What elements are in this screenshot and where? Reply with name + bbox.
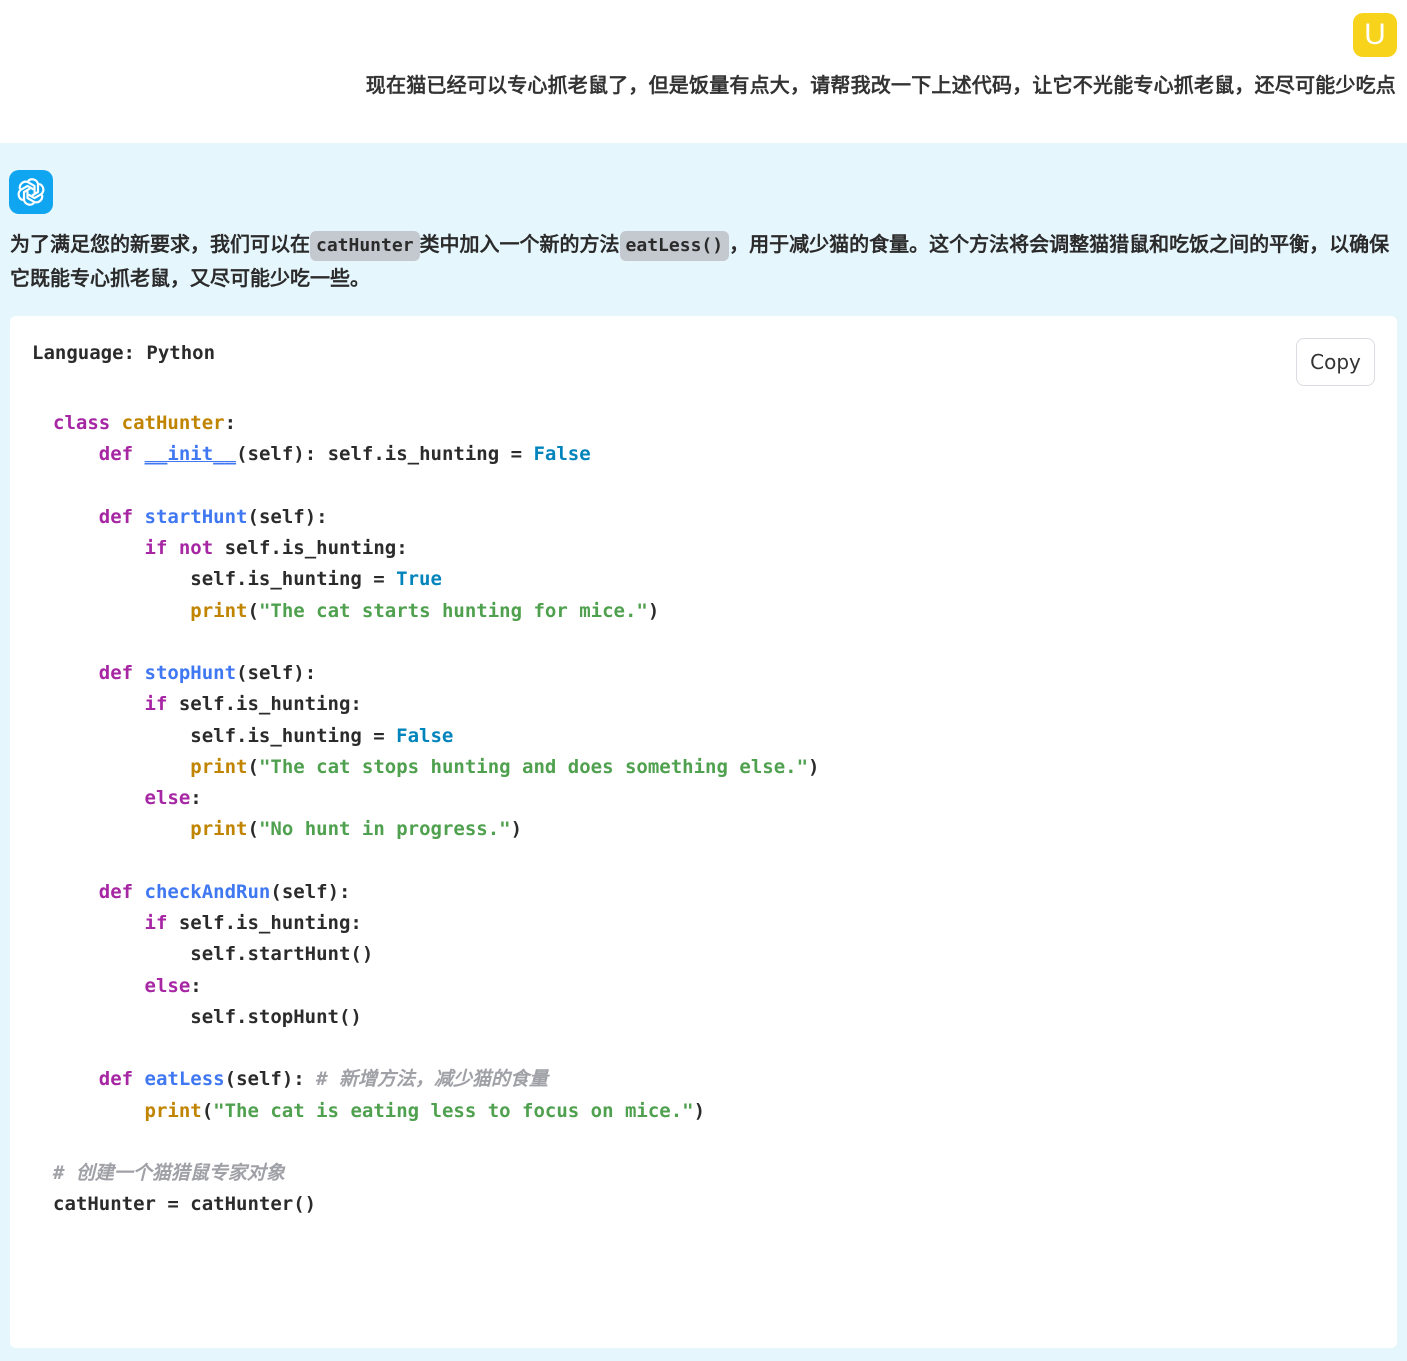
code-line: if self.is_hunting: (144, 693, 362, 716)
code-line: catHunter = catHunter() (53, 1193, 317, 1216)
code-block: Language: Python Copy class catHunter: d… (10, 316, 1397, 1348)
code-line: else: (144, 787, 202, 809)
user-message: U 现在猫已经可以专心抓老鼠了，但是饭量有点大，请帮我改一下上述代码，让它不光能… (0, 0, 1407, 143)
inline-code-classname: catHunter (310, 231, 420, 261)
code-line: def __init__(self): self.is_hunting = Fa… (98, 443, 591, 466)
code-line: print("No hunt in progress.") (190, 818, 523, 841)
code-line: print("The cat starts hunting for mice."… (190, 599, 660, 622)
code-line: if not self.is_hunting: (144, 537, 408, 559)
code-line: self.is_hunting = True (53, 568, 442, 591)
code-line: def eatLess(self): # 新增方法，减少猫的食量 (98, 1068, 549, 1091)
code-line: def checkAndRun(self): (98, 880, 351, 903)
code-line: self.is_hunting = False (53, 724, 454, 747)
user-avatar: U (1353, 13, 1397, 57)
assistant-avatar (9, 170, 53, 214)
code-line: self.startHunt() (53, 943, 374, 966)
openai-logo-icon (17, 178, 45, 206)
code-line: print("The cat is eating less to focus o… (144, 1099, 706, 1122)
code-line: # 创建一个猫猎鼠专家对象 (53, 1162, 285, 1184)
code-language-label: Language: Python (32, 342, 216, 364)
intro-text-part: 类中加入一个新的方法 (419, 232, 620, 256)
copy-button[interactable]: Copy (1296, 338, 1375, 386)
code-line: class catHunter: (53, 412, 237, 434)
code-line: def startHunt(self): (98, 505, 328, 528)
code-line: self.stopHunt() (53, 1005, 362, 1028)
code-content: class catHunter: def __init__(self): sel… (53, 408, 819, 1221)
assistant-message: 为了满足您的新要求，我们可以在 catHunter 类中加入一个新的方法 eatLes… (0, 143, 1407, 1361)
code-line: print("The cat stops hunting and does so… (190, 755, 820, 778)
intro-text-part: 为了满足您的新要求，我们可以在 (10, 232, 310, 256)
code-line: def stopHunt(self): (98, 662, 317, 684)
code-line: if self.is_hunting: (144, 912, 362, 934)
inline-code-method: eatLess() (619, 231, 730, 261)
assistant-intro-text: 为了满足您的新要求，我们可以在 catHunter 类中加入一个新的方法 eatLes… (10, 227, 1398, 295)
code-line: else: (144, 974, 202, 997)
user-message-text: 现在猫已经可以专心抓老鼠了，但是饭量有点大，请帮我改一下上述代码，让它不光能专心… (365, 73, 1396, 97)
